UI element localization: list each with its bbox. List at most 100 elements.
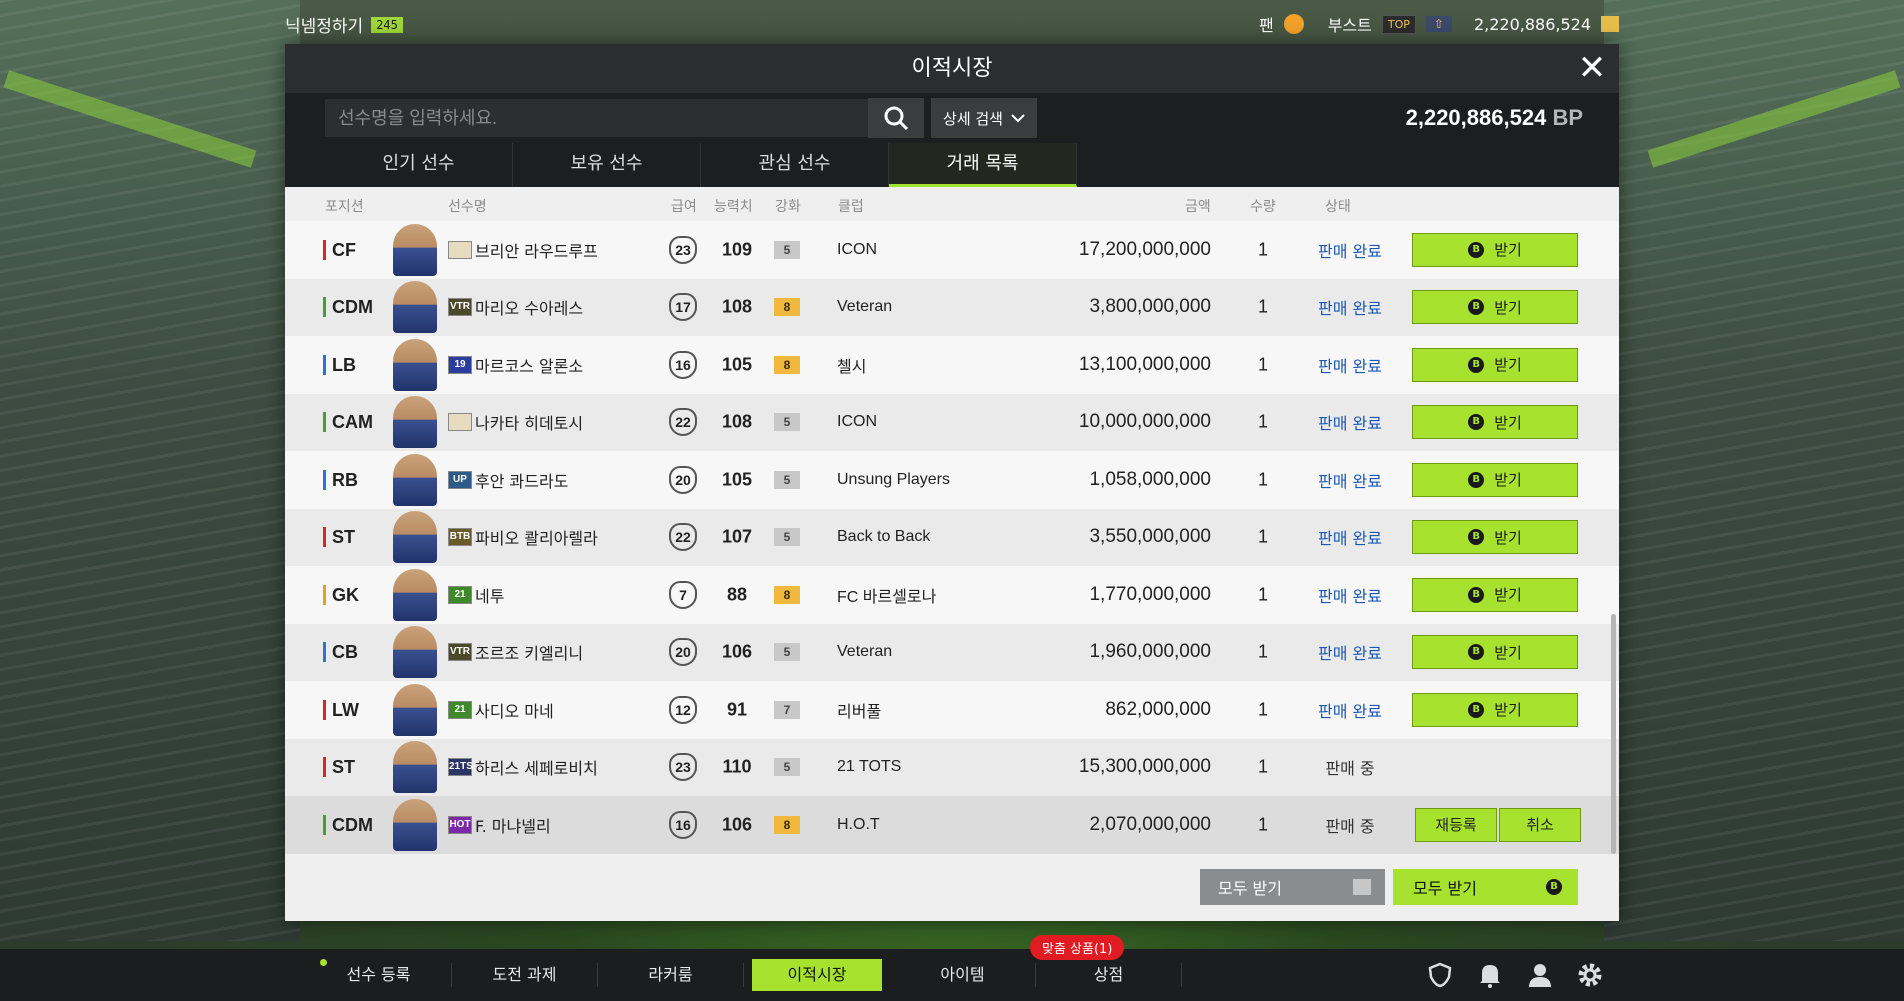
transfer-market-modal: 이적시장 ✕ 상세 검색 2,220,886,524 BP 인기 선수 보유 선… xyxy=(285,44,1619,921)
settings-gear-icon[interactable] xyxy=(1576,961,1604,989)
col-grade[interactable]: 강화 xyxy=(775,196,801,216)
pay-badge: 22 xyxy=(669,408,697,437)
profile-icon[interactable] xyxy=(1526,961,1554,989)
tab-owned[interactable]: 보유 선수 xyxy=(513,143,701,187)
season-badge: HOT xyxy=(448,815,472,834)
player-name[interactable]: 마르코스 알론소 xyxy=(475,353,583,377)
tab-watchlist[interactable]: 관심 선수 xyxy=(701,143,889,187)
receive-button[interactable]: B 받기 xyxy=(1412,232,1578,267)
stadium-background-right xyxy=(1604,0,1904,941)
search-input[interactable] xyxy=(325,99,887,137)
overall-rating: 106 xyxy=(721,814,753,835)
nav-transfer-market[interactable]: 이적시장 xyxy=(752,959,882,991)
col-ovr[interactable]: 능력치 xyxy=(714,196,753,216)
nav-items[interactable]: 아이템 xyxy=(890,963,1036,987)
table-row[interactable]: ST 21TS 하리스 세페로비치 23 110 5 21 TOTS 15,30… xyxy=(285,738,1619,796)
price: 3,800,000,000 xyxy=(1089,296,1211,318)
tab-trade-list[interactable]: 거래 목록 xyxy=(889,143,1077,187)
upgrade-grade: 7 xyxy=(774,700,800,719)
player-name[interactable]: 브리안 라우드루프 xyxy=(475,238,598,262)
price: 862,000,000 xyxy=(1105,698,1211,720)
nav-locker-room[interactable]: 라커룸 xyxy=(598,963,744,987)
close-icon[interactable]: ✕ xyxy=(1575,51,1609,85)
custom-offer-badge[interactable]: 맞춤 상품(1) xyxy=(1030,935,1125,960)
price: 15,300,000,000 xyxy=(1078,756,1211,778)
table-row[interactable]: CDM VTR 마리오 수아레스 17 108 8 Veteran 3,800,… xyxy=(285,278,1619,336)
reregister-button[interactable]: 재등록 xyxy=(1415,807,1497,842)
position-label: CF xyxy=(323,239,356,260)
overall-rating: 105 xyxy=(721,469,753,490)
table-row[interactable]: ST BTB 파비오 콸리아렐라 22 107 5 Back to Back 3… xyxy=(285,508,1619,566)
bp-coin-icon: B xyxy=(1468,414,1485,431)
trade-status: 판매 완료 xyxy=(1318,356,1382,376)
table-row[interactable]: GK 21 네투 7 88 8 FC 바르셀로나 1,770,000,000 1… xyxy=(285,566,1619,624)
player-name[interactable]: 나카타 히데토시 xyxy=(475,410,583,434)
table-row[interactable]: RB UP 후안 콰드라도 20 105 5 Unsung Players 1,… xyxy=(285,451,1619,509)
table-row[interactable]: CB VTR 조르조 키엘리니 20 106 5 Veteran 1,960,0… xyxy=(285,623,1619,681)
position-label: CB xyxy=(323,642,358,663)
quantity: 1 xyxy=(1257,756,1268,777)
club-shield-icon[interactable] xyxy=(1426,961,1454,989)
trade-status: 판매 중 xyxy=(1325,816,1375,836)
club-name: 첼시 xyxy=(837,358,867,376)
player-name[interactable]: 파비오 콸리아렐라 xyxy=(475,525,598,549)
receive-button[interactable]: B 받기 xyxy=(1412,405,1578,440)
col-status[interactable]: 상태 xyxy=(1325,196,1351,216)
player-name[interactable]: 후안 콰드라도 xyxy=(475,468,568,492)
boost-up-icon[interactable]: ⇧ xyxy=(1425,16,1452,32)
table-row[interactable]: CF 브리안 라우드루프 23 109 5 ICON 17,200,000,00… xyxy=(285,221,1619,279)
overall-rating: 88 xyxy=(726,584,748,605)
receive-button[interactable]: B 받기 xyxy=(1412,692,1578,727)
upgrade-grade: 5 xyxy=(774,470,800,489)
nav-shop[interactable]: 상점 xyxy=(1036,963,1182,987)
player-portrait xyxy=(393,338,437,391)
receive-button[interactable]: B 받기 xyxy=(1412,290,1578,325)
cancel-button[interactable]: 취소 xyxy=(1499,807,1581,842)
position-label: LB xyxy=(323,354,356,375)
col-club[interactable]: 클럽 xyxy=(838,196,864,216)
player-name[interactable]: 조르조 키엘리니 xyxy=(475,640,583,664)
pay-badge: 17 xyxy=(669,293,697,322)
player-name[interactable]: 네투 xyxy=(475,583,504,607)
overall-rating: 106 xyxy=(721,641,753,662)
overall-rating: 107 xyxy=(721,526,753,547)
pay-badge: 20 xyxy=(669,465,697,494)
price: 1,770,000,000 xyxy=(1089,583,1211,605)
footer-actions: 모두 받기 모두 받기 B xyxy=(285,857,1619,921)
col-position[interactable]: 포지션 xyxy=(325,196,364,216)
season-badge xyxy=(448,413,472,432)
table-row[interactable]: CAM 나카타 히데토시 22 108 5 ICON 10,000,000,00… xyxy=(285,393,1619,451)
nav-player-register[interactable]: 선수 등록 xyxy=(306,959,452,987)
search-button[interactable] xyxy=(868,98,924,138)
fan-coin-icon[interactable] xyxy=(1283,14,1304,34)
table-row[interactable]: LW 21 사디오 마네 12 91 7 리버풀 862,000,000 1 판… xyxy=(285,681,1619,739)
tab-popular[interactable]: 인기 선수 xyxy=(325,143,513,187)
receive-all-players-button[interactable]: 모두 받기 xyxy=(1200,869,1385,905)
scrollbar[interactable] xyxy=(1611,614,1616,854)
receive-button[interactable]: B 받기 xyxy=(1412,462,1578,497)
player-name[interactable]: 하리스 세페로비치 xyxy=(475,755,598,779)
overall-rating: 109 xyxy=(721,239,753,260)
detail-search-button[interactable]: 상세 검색 xyxy=(931,98,1037,138)
receive-label: 받기 xyxy=(1494,241,1522,260)
top-boost-tag[interactable]: TOP xyxy=(1381,14,1416,34)
player-name[interactable]: 마리오 수아레스 xyxy=(475,295,583,319)
player-name[interactable]: F. 마냐넬리 xyxy=(475,813,551,837)
receive-all-bp-button[interactable]: 모두 받기 B xyxy=(1393,869,1578,905)
nav-challenges[interactable]: 도전 과제 xyxy=(452,963,598,987)
col-pay[interactable]: 급여 xyxy=(671,196,697,216)
receive-label: 받기 xyxy=(1494,471,1522,490)
receive-button[interactable]: B 받기 xyxy=(1412,520,1578,555)
nickname[interactable]: 닉넴정하기 xyxy=(285,12,363,37)
col-name[interactable]: 선수명 xyxy=(448,196,487,216)
receive-button[interactable]: B 받기 xyxy=(1412,635,1578,670)
table-row[interactable]: LB 19 마르코스 알론소 16 105 8 첼시 13,100,000,00… xyxy=(285,336,1619,394)
bell-icon[interactable] xyxy=(1476,961,1504,989)
club-name: H.O.T xyxy=(837,815,880,833)
col-price[interactable]: 금액 xyxy=(1185,196,1211,216)
table-row[interactable]: CDM HOT F. 마냐넬리 16 106 8 H.O.T 2,070,000… xyxy=(285,796,1619,854)
receive-button[interactable]: B 받기 xyxy=(1412,577,1578,612)
receive-button[interactable]: B 받기 xyxy=(1412,347,1578,382)
col-qty[interactable]: 수량 xyxy=(1250,196,1276,216)
player-name[interactable]: 사디오 마네 xyxy=(475,698,554,722)
